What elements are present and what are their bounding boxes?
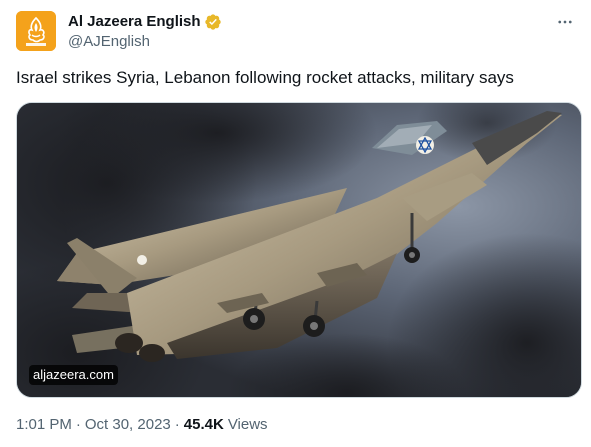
tweet-text: Israel strikes Syria, Lebanon following … xyxy=(16,68,514,87)
tweet-media-image[interactable]: aljazeera.com xyxy=(16,102,582,398)
media-source-label[interactable]: aljazeera.com xyxy=(29,365,118,385)
meta-separator-2: · xyxy=(174,416,180,433)
tweet-card: Al Jazeera English @AJEnglish Israel str… xyxy=(0,0,591,447)
tweet-date[interactable]: Oct 30, 2023 xyxy=(85,415,171,435)
fighter-jet-photo xyxy=(17,103,581,397)
al-jazeera-logo-icon xyxy=(16,11,56,51)
meta-separator: · xyxy=(75,416,81,433)
views-label: Views xyxy=(227,416,268,433)
verified-badge-icon[interactable] xyxy=(204,13,222,31)
name-row: Al Jazeera English xyxy=(68,12,222,32)
display-name[interactable]: Al Jazeera English xyxy=(68,12,201,32)
tweet-time[interactable]: 1:01 PM xyxy=(16,415,72,435)
tweet-meta: 1:01 PM · Oct 30, 2023 · 45.4K Views xyxy=(16,415,268,435)
views-count[interactable]: 45.4K xyxy=(184,415,224,435)
user-handle[interactable]: @AJEnglish xyxy=(68,32,150,52)
more-options-button[interactable] xyxy=(553,12,577,32)
avatar[interactable] xyxy=(16,11,56,51)
more-horizontal-icon xyxy=(558,20,572,24)
